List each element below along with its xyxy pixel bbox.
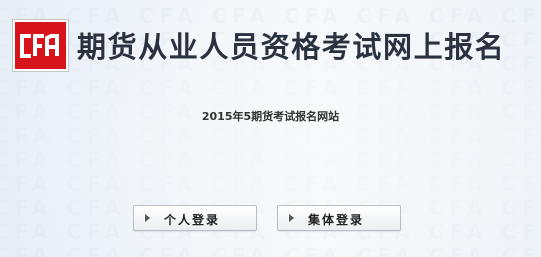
cfa-logo-icon (20, 34, 59, 58)
personal-login-button[interactable]: 个人登录 (133, 205, 257, 231)
cfa-logo (13, 20, 68, 71)
site-title: 期货从业人员资格考试网上报名 (77, 30, 506, 64)
arrow-right-icon (145, 214, 150, 222)
group-login-button[interactable]: 集体登录 (277, 205, 401, 231)
page-subtitle: 2015年5期货考试报名网站 (201, 110, 340, 123)
header: 期货从业人员资格考试网上报名 (0, 0, 541, 88)
group-login-label: 集体登录 (308, 213, 365, 227)
personal-login-label: 个人登录 (164, 213, 221, 227)
arrow-right-icon (289, 214, 294, 222)
